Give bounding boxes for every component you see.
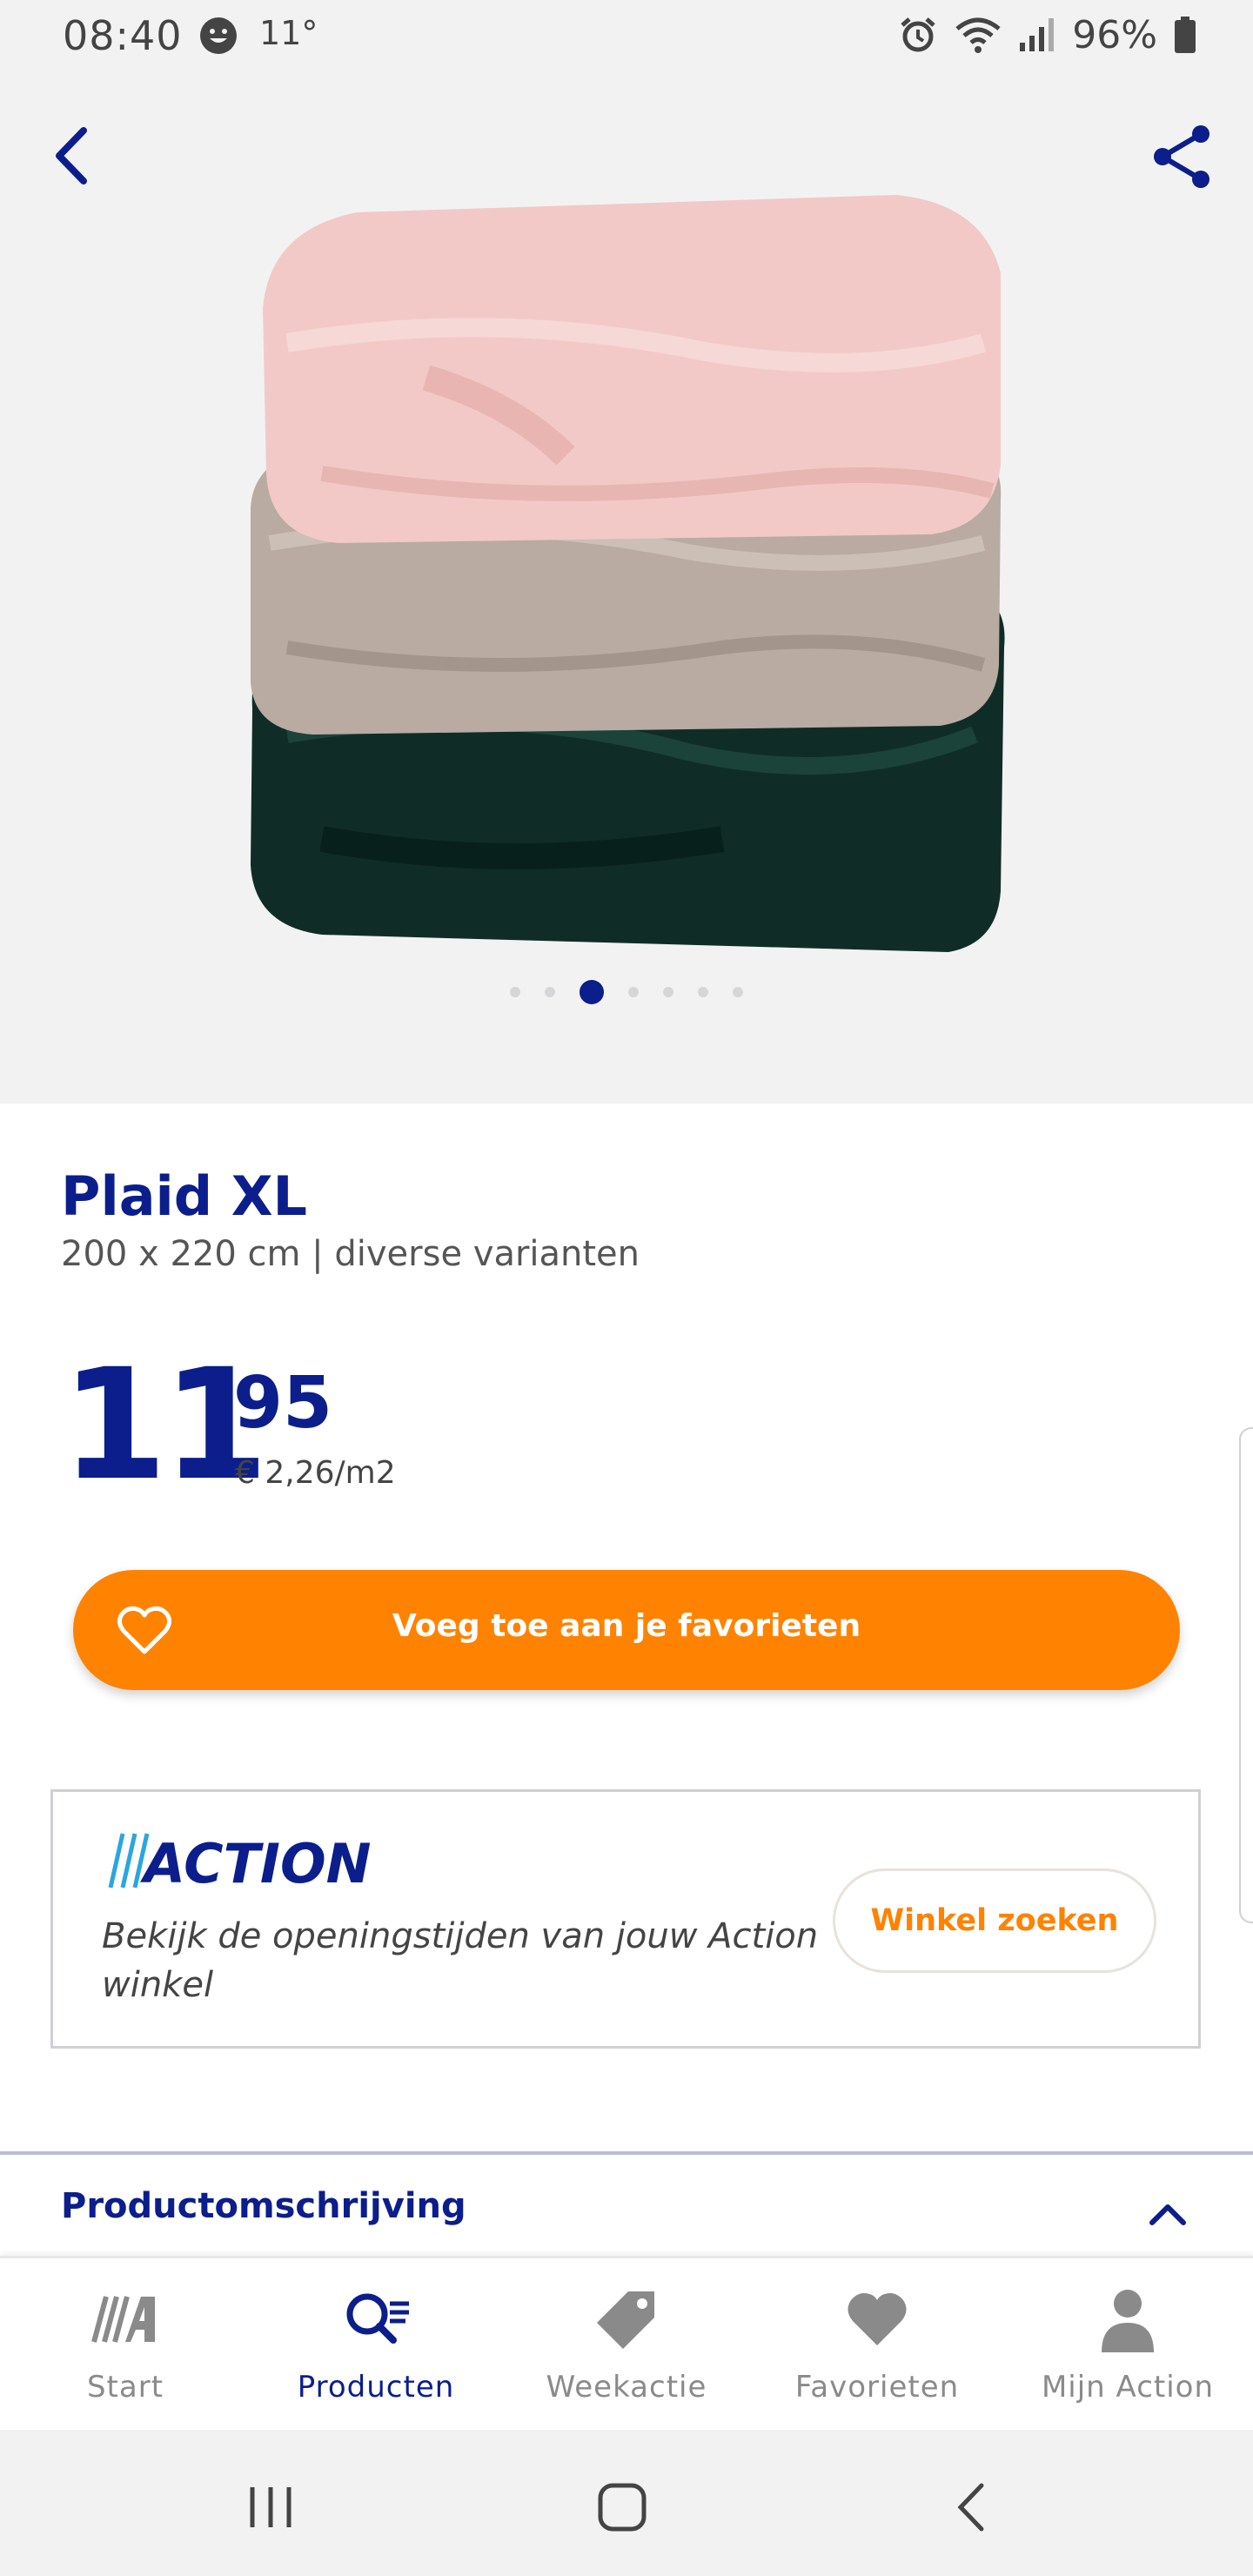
- search-list-icon: [346, 2293, 409, 2344]
- home-icon[interactable]: [592, 2477, 653, 2538]
- side-drawer-handle[interactable]: [1239, 1427, 1253, 1923]
- back-arrow-icon[interactable]: [35, 117, 113, 195]
- nav-label-start: Start: [86, 2370, 164, 2405]
- nav-label-favorieten: Favorieten: [794, 2370, 960, 2405]
- nav-item-weekactie[interactable]: Weekactie: [501, 2258, 752, 2432]
- nav-label-producten: Producten: [297, 2370, 455, 2405]
- carousel-dot[interactable]: [663, 987, 673, 997]
- nav-item-producten[interactable]: Producten: [251, 2258, 501, 2432]
- add-to-favorites-label: Voeg toe aan je favorieten: [392, 1608, 861, 1644]
- bottom-navigation: Start Producten Weekactie Favorieten Mij…: [0, 2256, 1253, 2432]
- person-icon: [1102, 2290, 1154, 2352]
- chevron-up-icon[interactable]: [1145, 2191, 1190, 2237]
- status-time: 08:40: [63, 12, 183, 59]
- carousel-dot-active[interactable]: [580, 980, 604, 1004]
- nav-item-start[interactable]: Start: [0, 2258, 251, 2432]
- product-photo: [251, 195, 1005, 952]
- system-navigation-bar: [0, 2430, 1253, 2576]
- nav-label-weekactie: Weekactie: [546, 2370, 707, 2405]
- tag-icon: [597, 2291, 654, 2349]
- battery-percent: 96%: [1072, 12, 1157, 57]
- status-bar: 08:40 11° 96%: [0, 0, 1253, 75]
- carousel-dot[interactable]: [733, 987, 743, 997]
- find-store-button[interactable]: Winkel zoeken: [833, 1868, 1156, 1973]
- carousel-dot[interactable]: [545, 987, 555, 997]
- product-subtitle: 200 x 220 cm | diverse varianten: [61, 1234, 640, 1274]
- product-image-carousel[interactable]: [0, 75, 1253, 1104]
- add-to-favorites-button[interactable]: Voeg toe aan je favorieten: [73, 1570, 1180, 1690]
- status-temperature: 11°: [259, 14, 318, 52]
- nav-item-favorieten[interactable]: Favorieten: [752, 2258, 1002, 2432]
- price-per-unit: € 2,26/m2: [235, 1455, 396, 1491]
- product-description-header[interactable]: Productomschrijving: [61, 2186, 466, 2226]
- store-finder-card: ACTION Bekijk de openingstijden van jouw…: [50, 1789, 1201, 2049]
- face-icon: [200, 17, 237, 54]
- signal-icon: [1020, 18, 1055, 51]
- carousel-dot[interactable]: [510, 987, 520, 997]
- heart-icon: [848, 2293, 907, 2345]
- action-logo: ACTION: [108, 1832, 370, 1891]
- share-icon[interactable]: [1140, 115, 1223, 198]
- system-back-icon[interactable]: [943, 2477, 1004, 2538]
- store-hours-text: Bekijk de openingstijden van jouw Action…: [102, 1916, 819, 2005]
- battery-icon: [1175, 17, 1196, 53]
- product-title: Plaid XL: [61, 1164, 308, 1228]
- alarm-icon: [901, 17, 935, 52]
- status-indicators: 96%: [898, 9, 1197, 61]
- price-cents: 95: [233, 1362, 333, 1445]
- action-logo-icon: [91, 2296, 155, 2343]
- carousel-dot[interactable]: [628, 987, 639, 997]
- nav-item-mijn-action[interactable]: Mijn Action: [1002, 2258, 1253, 2432]
- recent-apps-icon[interactable]: [240, 2477, 301, 2538]
- carousel-dot[interactable]: [698, 987, 708, 997]
- action-logo-text: ACTION: [139, 1832, 370, 1891]
- wifi-icon: [955, 17, 1001, 53]
- nav-label-mijn-action: Mijn Action: [1041, 2370, 1215, 2405]
- section-divider: [0, 2151, 1253, 2155]
- carousel-pagination[interactable]: [0, 980, 1253, 1004]
